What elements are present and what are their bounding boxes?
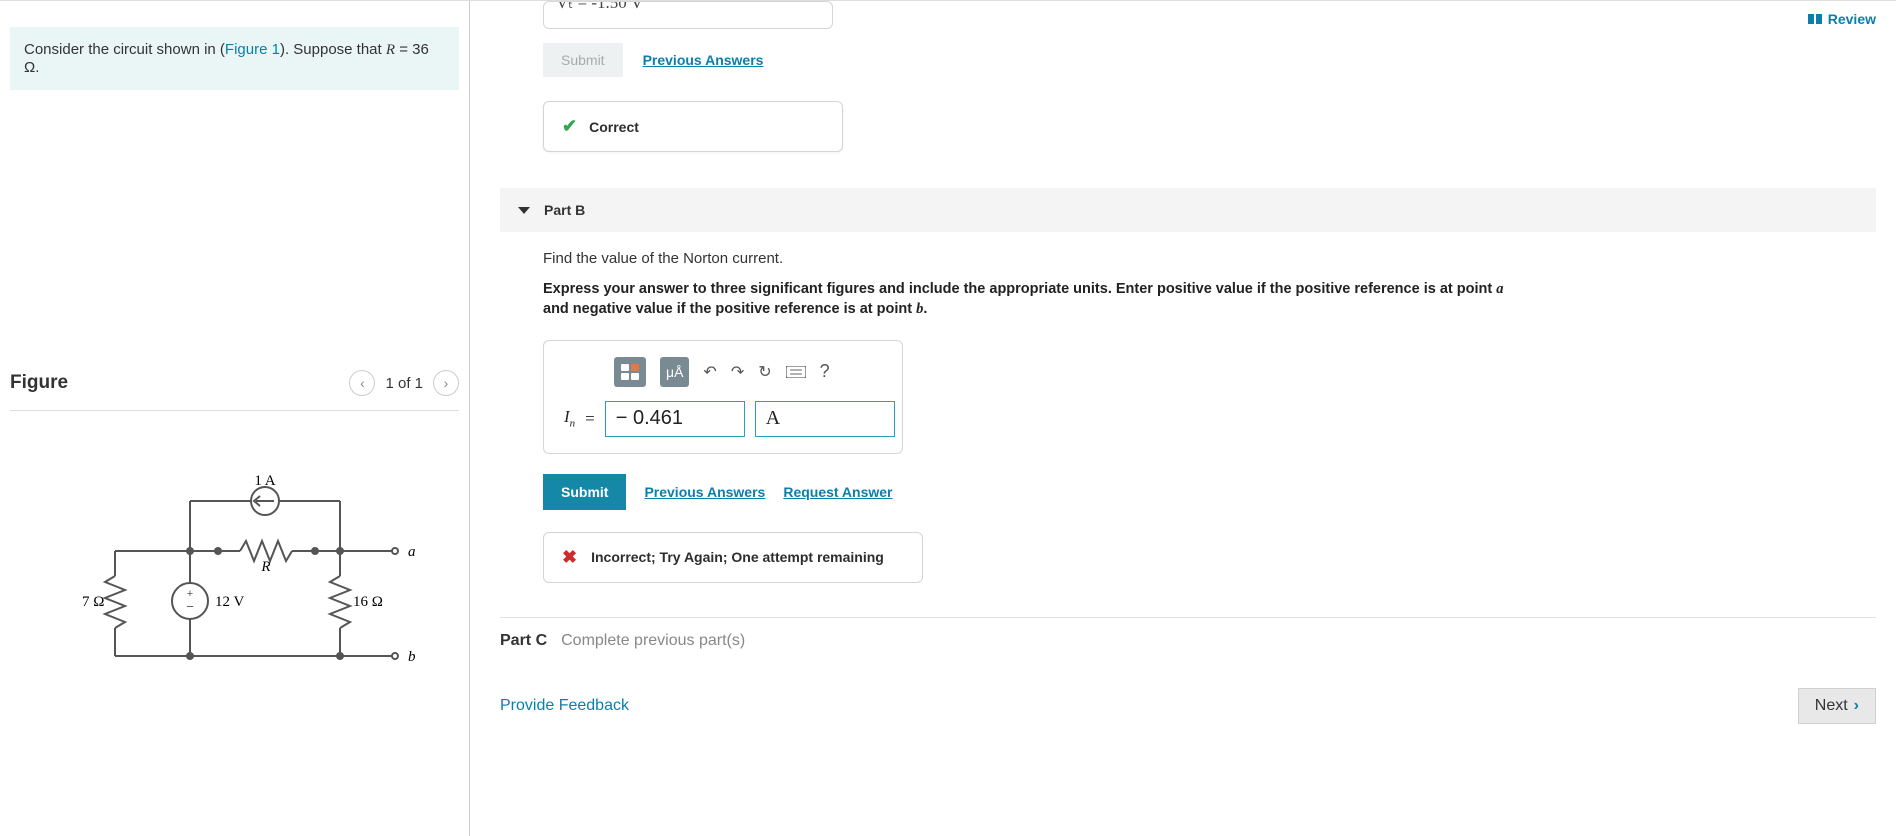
label-vsrc: 12 V — [215, 594, 244, 610]
part-b-previous-answers-link[interactable]: Previous Answers — [644, 484, 765, 500]
label-r-right: 16 Ω — [353, 594, 383, 610]
figure-title: Figure — [10, 372, 68, 394]
part-b-actions: Submit Previous Answers Request Answer — [543, 474, 1876, 510]
part-a-feedback: ✔ Correct — [543, 101, 843, 152]
help-button[interactable]: ? — [820, 357, 830, 387]
figure-index: 1 of 1 — [385, 375, 423, 392]
intro-post1: ). Suppose that — [280, 41, 386, 58]
part-b-question: Find the value of the Norton current. — [543, 250, 1876, 267]
part-a-answer-box: Vₜ = -1.50 V — [543, 1, 833, 29]
part-b-request-answer-link[interactable]: Request Answer — [783, 484, 892, 500]
svg-text:−: − — [186, 599, 194, 614]
part-b-body: Find the value of the Norton current. Ex… — [500, 232, 1876, 583]
figure-link[interactable]: Figure 1 — [225, 41, 280, 58]
part-a-actions: Submit Previous Answers — [543, 43, 1876, 77]
part-b-feedback-text: Incorrect; Try Again; One attempt remain… — [591, 549, 884, 565]
instr-seg1: Express your answer to three significant… — [543, 281, 1496, 297]
review-label: Review — [1828, 11, 1876, 27]
figure-next-button[interactable]: › — [433, 370, 459, 396]
part-b-instructions: Express your answer to three significant… — [543, 279, 1523, 320]
units-button[interactable]: μÅ — [660, 357, 689, 387]
figure-block: Figure ‹ 1 of 1 › — [10, 370, 459, 694]
instr-seg2: and negative value if the positive refer… — [543, 301, 916, 317]
label-r-left: 7 Ω — [82, 594, 104, 610]
answer-toolbar: μÅ ↶ ↷ ↻ ? — [564, 357, 882, 387]
instr-seg3: . — [923, 301, 927, 317]
part-c-row: Part C Complete previous part(s) — [500, 617, 1876, 666]
chevron-right-icon: › — [1854, 697, 1859, 715]
keyboard-button[interactable] — [786, 357, 806, 387]
part-b-input-row: In = — [564, 401, 882, 437]
intro-var: R — [386, 42, 395, 58]
part-a-previous-answers-link[interactable]: Previous Answers — [643, 52, 764, 68]
provide-feedback-link[interactable]: Provide Feedback — [500, 697, 629, 715]
part-b-header[interactable]: Part B — [500, 188, 1876, 232]
caret-down-icon — [518, 207, 530, 214]
review-link[interactable]: Review — [1808, 11, 1876, 27]
x-icon: ✖ — [562, 547, 577, 568]
part-b-value-input[interactable] — [605, 401, 745, 437]
intro-pre: Consider the circuit shown in ( — [24, 41, 225, 58]
label-r: R — [260, 559, 270, 575]
undo-button[interactable]: ↶ — [703, 357, 716, 387]
reset-button[interactable]: ↻ — [758, 357, 771, 387]
part-b-title: Part B — [544, 202, 585, 218]
right-panel: Review Vₜ = -1.50 V Submit Previous Answ… — [470, 1, 1896, 836]
figure-nav: ‹ 1 of 1 › — [349, 370, 459, 396]
part-b-var-label: In — [564, 407, 575, 429]
templates-button[interactable] — [614, 357, 646, 387]
label-a: a — [408, 544, 416, 560]
part-c-label: Part C — [500, 632, 547, 650]
redo-button[interactable]: ↷ — [731, 357, 744, 387]
next-button[interactable]: Next › — [1798, 688, 1876, 724]
part-b-input-block: μÅ ↶ ↷ ↻ ? In = — [543, 340, 903, 454]
keyboard-icon — [786, 366, 806, 378]
circuit-svg: + − 1 A R 7 Ω — [60, 471, 420, 691]
circuit-diagram: + − 1 A R 7 Ω — [10, 471, 459, 694]
next-label: Next — [1815, 697, 1848, 715]
part-a-submit-button: Submit — [543, 43, 623, 77]
label-top-current: 1 A — [254, 473, 275, 489]
part-a-answer-text: Vₜ = -1.50 V — [556, 1, 643, 13]
part-c-subtext: Complete previous part(s) — [561, 632, 745, 650]
part-b-feedback: ✖ Incorrect; Try Again; One attempt rema… — [543, 532, 923, 583]
problem-intro: Consider the circuit shown in (Figure 1)… — [10, 27, 459, 90]
part-b-submit-button[interactable]: Submit — [543, 474, 626, 510]
part-a-feedback-text: Correct — [589, 119, 639, 135]
figure-prev-button[interactable]: ‹ — [349, 370, 375, 396]
label-b: b — [408, 649, 416, 665]
check-icon: ✔ — [562, 116, 577, 137]
left-panel: Consider the circuit shown in (Figure 1)… — [0, 1, 470, 836]
part-b-unit-input[interactable] — [755, 401, 895, 437]
instr-a: a — [1496, 281, 1503, 297]
equals-label: = — [585, 409, 595, 429]
templates-icon — [620, 363, 640, 381]
figure-header: Figure ‹ 1 of 1 › — [10, 370, 459, 411]
bottom-row: Provide Feedback Next › — [500, 676, 1876, 724]
review-icon — [1808, 14, 1822, 24]
